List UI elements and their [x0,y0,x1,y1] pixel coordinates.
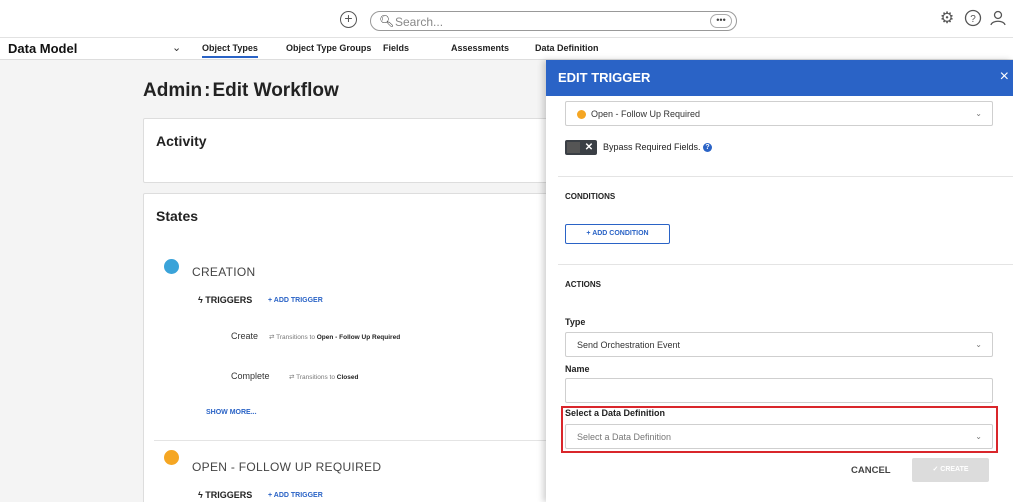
check-icon: ✓ [932,466,939,473]
plus-icon: + [586,230,591,237]
title-separator: : [204,80,211,101]
state-dot-open [164,450,179,465]
bypass-label: Bypass Required Fields. ? [603,142,713,153]
toggle-track [567,142,580,153]
trigger-row-complete[interactable]: Complete [231,371,270,381]
triggers-text: TRIGGERS [205,295,253,305]
user-icon[interactable] [988,9,1008,29]
help-icon[interactable]: ? [963,9,983,29]
states-card: States CREATION ϟ TRIGGERS + ADD TRIGGER… [143,193,564,502]
panel-header: EDIT TRIGGER × [546,60,1013,96]
title-prefix: Admin [143,80,203,101]
states-title: States [156,208,199,224]
transition-target: Closed [336,374,359,381]
add-trigger-label: ADD TRIGGER [273,297,323,304]
chevron-down-icon[interactable]: ⌄ [172,41,181,54]
nav-title[interactable]: Data Model [8,41,77,56]
lightning-icon: ϟ [198,295,203,305]
chevron-down-icon: ⌄ [975,340,982,349]
conditions-label: CONDITIONS [565,192,616,201]
type-select[interactable]: Send Orchestration Event ⌄ [565,332,993,357]
plus-icon: + [268,297,273,304]
add-trigger-button[interactable]: + ADD TRIGGER [268,492,323,499]
name-input[interactable] [565,378,993,403]
tab-object-type-groups[interactable]: Object Type Groups [286,43,371,53]
tab-object-types[interactable]: Object Types [202,43,258,58]
help-icon[interactable]: ? [703,143,713,153]
state-select-value: Open - Follow Up Required [591,109,701,119]
search-icon: 🔍︎ [379,14,395,28]
triggers-label: ϟ TRIGGERS [198,490,252,500]
tab-assessments[interactable]: Assessments [451,43,509,53]
cancel-button[interactable]: CANCEL [851,465,891,476]
actions-label: ACTIONS [565,280,601,289]
search-box[interactable]: 🔍︎ Search... ••• [370,11,737,31]
transition-create: ⇄ Transitions to Open - Follow Up Requir… [269,333,400,341]
tab-fields[interactable]: Fields [383,43,409,53]
add-trigger-label: ADD TRIGGER [273,492,323,499]
transition-text: Transitions to [296,374,335,381]
swap-icon: ⇄ [269,334,275,341]
close-icon: ✕ [582,141,596,154]
panel-title: EDIT TRIGGER [558,70,651,85]
type-label: Type [565,317,586,327]
create-label: CREATE [940,466,969,473]
top-bar: + 🔍︎ Search... ••• ⚙ ? [0,0,1013,38]
page-title: Admin: Edit Workflow [143,80,339,102]
name-label: Name [565,364,590,374]
state-name-creation: CREATION [192,265,256,279]
add-condition-button[interactable]: + ADD CONDITION [565,224,670,244]
create-button[interactable]: ✓ CREATE [912,458,989,482]
transition-text: Transitions to [276,334,315,341]
add-condition-label: ADD CONDITION [592,230,649,237]
bypass-text: Bypass Required Fields. [603,142,701,152]
nav-bar: Data Model ⌄ Object Types Object Type Gr… [0,38,1013,60]
activity-card: Activity [143,118,563,183]
type-select-value: Send Orchestration Event [577,340,681,350]
state-dot-creation [164,259,179,274]
show-more-link[interactable]: SHOW MORE... [206,409,257,416]
state-color-dot [577,110,586,119]
state-name-open: OPEN - FOLLOW UP REQUIRED [192,460,382,474]
trigger-row-create[interactable]: Create [231,331,258,341]
transition-target: Open - Follow Up Required [316,334,401,341]
plus-icon: + [268,492,273,499]
divider [154,440,564,441]
transition-complete: ⇄ Transitions to Closed [289,373,358,381]
divider [558,264,1013,265]
activity-title: Activity [156,133,207,149]
bypass-toggle[interactable]: ✕ [565,140,597,155]
add-circle-icon[interactable]: + [340,11,357,28]
state-select[interactable]: Open - Follow Up Required ⌄ [565,101,993,126]
add-trigger-button[interactable]: + ADD TRIGGER [268,297,323,304]
close-icon[interactable]: × [1000,68,1009,86]
search-placeholder[interactable]: Search... [395,15,443,29]
gear-icon[interactable]: ⚙ [937,9,957,29]
divider [558,176,1013,177]
tab-data-definition[interactable]: Data Definition [535,43,599,53]
triggers-label: ϟ TRIGGERS [198,295,252,305]
chevron-down-icon: ⌄ [975,109,982,118]
triggers-text: TRIGGERS [205,490,253,500]
title-suffix: Edit Workflow [212,80,339,101]
swap-icon: ⇄ [289,374,295,381]
svg-text:?: ? [970,14,976,25]
highlight-box [561,406,998,453]
more-icon[interactable]: ••• [710,14,732,28]
lightning-icon: ϟ [198,490,203,500]
